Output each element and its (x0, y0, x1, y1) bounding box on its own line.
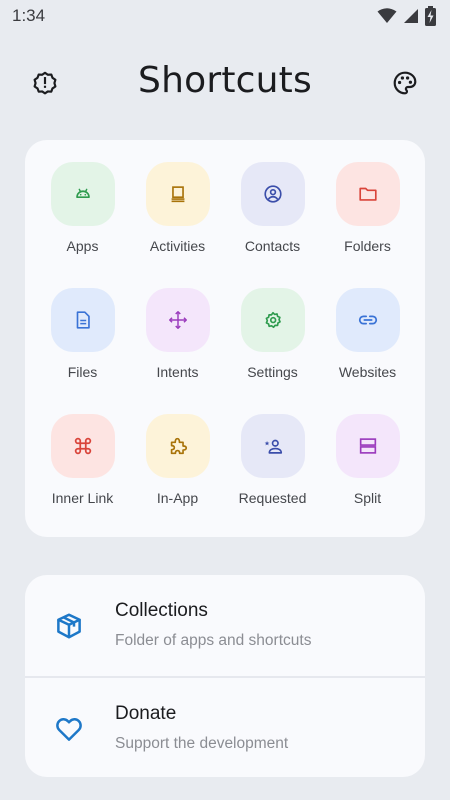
gear-icon (265, 311, 281, 329)
status-icons (377, 6, 436, 26)
file-icon (76, 311, 90, 329)
shortcut-grid: Apps Activities Contacts Folders Files Intent… (25, 140, 425, 537)
android-icon (75, 188, 90, 199)
shortcut-requested[interactable]: Requested (225, 414, 320, 540)
donate-item[interactable]: Donate Support the development (25, 676, 425, 777)
palette-icon (393, 71, 417, 95)
shortcut-split[interactable]: Split (320, 414, 415, 540)
list-item-subtitle: Support the development (115, 735, 289, 752)
shortcut-intents[interactable]: Intents (130, 288, 225, 414)
shortcut-tile (50, 162, 115, 226)
box-icon (53, 610, 85, 642)
shortcut-tile (240, 288, 305, 352)
shortcut-tile (145, 162, 210, 226)
shortcut-websites[interactable]: Websites (320, 288, 415, 414)
shortcut-label: Settings (247, 364, 298, 380)
link-icon (358, 315, 377, 325)
shortcut-tile (335, 414, 400, 478)
folder-icon (358, 187, 377, 201)
shortcut-contacts[interactable]: Contacts (225, 162, 320, 288)
command-icon (74, 437, 91, 455)
shortcut-label: Apps (66, 238, 99, 254)
shortcut-in-app[interactable]: In-App (130, 414, 225, 540)
list-item-title: Collections (115, 600, 208, 621)
list-item-subtitle: Folder of apps and shortcuts (115, 632, 312, 649)
shortcut-label: Split (353, 490, 382, 506)
shortcut-label: Intents (156, 364, 199, 380)
shortcut-folders[interactable]: Folders (320, 162, 415, 288)
contact-icon (263, 185, 282, 203)
move-arrows-icon (168, 311, 187, 329)
split-icon (359, 438, 376, 454)
shortcut-files[interactable]: Files (35, 288, 130, 414)
shortcut-label: Activities (149, 238, 206, 254)
shortcut-apps[interactable]: Apps (35, 162, 130, 288)
shortcut-tile (50, 414, 115, 478)
shortcut-tile (240, 414, 305, 478)
cellular-signal-icon (404, 9, 418, 23)
list-item-title: Donate (115, 703, 177, 724)
heart-icon (53, 713, 85, 745)
puzzle-icon (170, 437, 187, 455)
header: Shortcuts (0, 52, 450, 114)
wifi-icon (377, 8, 397, 23)
shortcut-label: Inner Link (51, 490, 114, 506)
shortcut-tile (145, 414, 210, 478)
activities-icon (171, 186, 184, 203)
theme-button[interactable] (390, 68, 420, 98)
shortcut-activities[interactable]: Activities (130, 162, 225, 288)
shortcut-inner-link[interactable]: Inner Link (35, 414, 130, 540)
shortcut-label: Websites (338, 364, 397, 380)
shortcut-settings[interactable]: Settings (225, 288, 320, 414)
shortcut-tile (50, 288, 115, 352)
shortcut-tile (335, 288, 400, 352)
shortcut-tile (145, 288, 210, 352)
shortcut-tile (240, 162, 305, 226)
collections-item[interactable]: Collections Folder of apps and shortcuts (25, 575, 425, 676)
menu-card: Collections Folder of apps and shortcuts… (25, 575, 425, 777)
battery-charging-icon (425, 6, 436, 26)
page-title: Shortcuts (138, 60, 312, 101)
shortcut-label: Requested (238, 490, 307, 506)
person-star-icon (264, 439, 282, 454)
shortcut-tile (335, 162, 400, 226)
status-time: 1:34 (12, 6, 46, 25)
shortcut-label: Contacts (244, 238, 301, 254)
status-bar: 1:34 (0, 0, 450, 32)
shortcut-label: Files (67, 364, 98, 380)
shortcut-label: Folders (344, 238, 391, 254)
shortcut-label: In-App (156, 490, 199, 506)
